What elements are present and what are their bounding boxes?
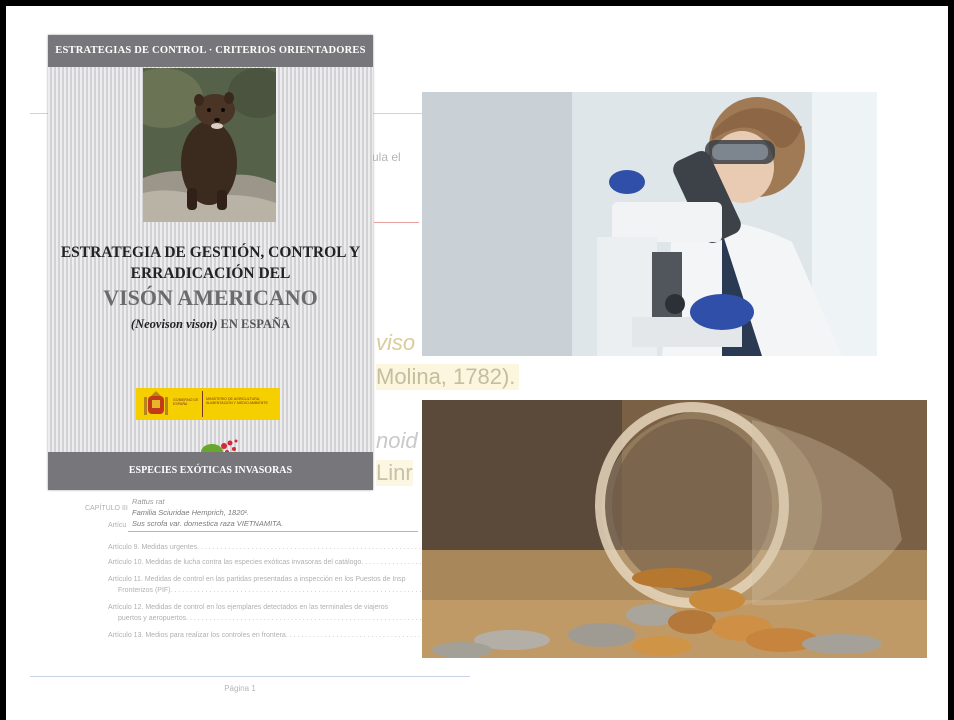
doc-fragment: noid xyxy=(376,428,418,453)
slide-border-left xyxy=(0,0,6,720)
cover-subtitle-rest: EN ESPAÑA xyxy=(217,317,291,331)
cover-top-band: ESTRATEGIAS DE CONTROL · CRITERIOS ORIEN… xyxy=(48,35,373,67)
cover-subtitle: (Neovison vison) EN ESPAÑA xyxy=(48,315,373,333)
doc-page-footer: Página 1 xyxy=(224,684,256,693)
doc-fragment: Molina, 1782). xyxy=(376,364,520,390)
doc-articulo: Artículo 9. Medidas urgentes. . . . . . … xyxy=(108,544,437,551)
cover-title-main: VISÓN AMERICANO xyxy=(103,285,318,310)
doc-fragment: ula el xyxy=(372,150,401,164)
doc-fragment: Linr xyxy=(376,460,413,486)
book-cover: ESTRATEGIAS DE CONTROL · CRITERIOS ORIEN… xyxy=(48,35,373,490)
doc-red-line xyxy=(374,222,419,223)
cover-bottom-band: ESPECIES EXÓTICAS INVASORAS xyxy=(48,452,373,490)
government-logo: GOBIERNO DE ESPAÑA MINISTERIO DE AGRICUL… xyxy=(136,388,280,420)
doc-rule xyxy=(30,676,470,677)
mink-image xyxy=(143,68,276,222)
gov-logo-divider xyxy=(202,391,203,417)
scientist-image xyxy=(422,92,877,356)
doc-articulo: puertos y aeropuertos. . . . . . . . . .… xyxy=(118,615,426,622)
coat-of-arms-icon xyxy=(144,391,168,415)
cover-title-line: ESTRATEGIA DE GESTIÓN, CONTROL Y xyxy=(60,244,361,261)
doc-articulo: Artículo 10. Medidas de lucha contra las… xyxy=(108,559,457,566)
cover-title: ESTRATEGIA DE GESTIÓN, CONTROL Y ERRADIC… xyxy=(48,242,373,333)
doc-articulo: Artícu xyxy=(108,522,127,529)
cover-title-line: ERRADICACIÓN DEL xyxy=(130,265,291,282)
cover-subtitle-latin: (Neovison vison) xyxy=(130,317,218,331)
coin-jar-photo xyxy=(422,400,927,658)
mink-photo xyxy=(143,68,276,222)
gov-logo-text-right: MINISTERIO DE AGRICULTURA, ALIMENTACIÓN … xyxy=(206,397,268,406)
doc-capitulo: CAPÍTULO III xyxy=(85,505,128,512)
slide: ula el viso Molina, 1782). noid Linr CAP… xyxy=(0,0,954,720)
scientist-microscope-photo xyxy=(422,92,877,356)
gov-logo-text-left: GOBIERNO DE ESPAÑA xyxy=(173,398,199,407)
doc-red-line xyxy=(128,531,418,532)
doc-species-line: Sus scrofa var. domestica raza VIETNAMIT… xyxy=(132,519,284,528)
doc-articulo: Artículo 13. Medios para realizar los co… xyxy=(108,632,436,639)
slide-border-right xyxy=(948,0,954,720)
slide-border-top xyxy=(0,0,954,6)
coin-jar-image xyxy=(422,400,927,658)
doc-species-line: Familia Sciuridae Hemprich, 1820¹. xyxy=(132,508,250,517)
doc-articulo: Artículo 11. Medidas de control en las p… xyxy=(108,576,406,583)
doc-articulo: Fronterizos (PIF). . . . . . . . . . . .… xyxy=(118,587,422,594)
doc-articulo: Artículo 12. Medidas de control en los e… xyxy=(108,604,389,611)
doc-species-line: Rattus rat xyxy=(132,497,165,506)
doc-fragment: viso xyxy=(376,330,416,355)
